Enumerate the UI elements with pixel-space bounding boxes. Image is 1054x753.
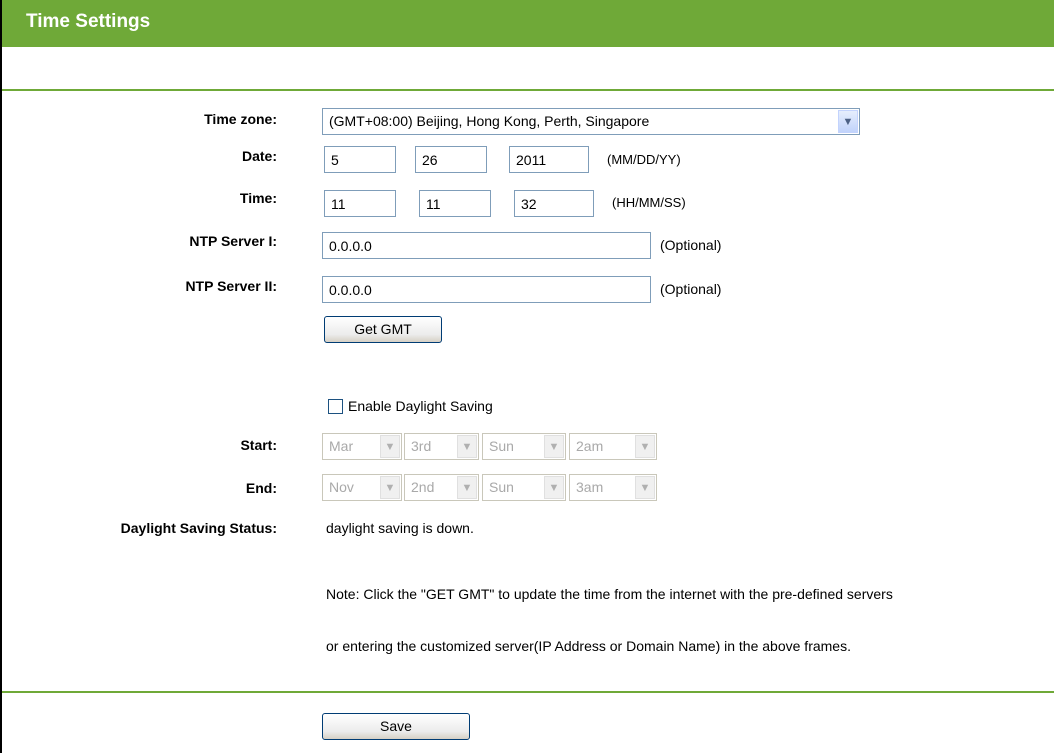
start-day-value: Sun: [489, 438, 514, 454]
date-month-input[interactable]: [324, 146, 396, 173]
time-hour-input[interactable]: [324, 190, 396, 217]
ntp-server-1-input[interactable]: [322, 232, 651, 259]
chevron-down-icon[interactable]: ▼: [544, 476, 564, 499]
chevron-down-icon[interactable]: ▼: [635, 435, 655, 458]
ntp-server-2-input[interactable]: [322, 276, 651, 303]
date-day-input[interactable]: [415, 146, 487, 173]
time-minute-input[interactable]: [419, 190, 491, 217]
time-zone-select[interactable]: (GMT+08:00) Beijing, Hong Kong, Perth, S…: [322, 108, 860, 135]
end-month-select[interactable]: Nov ▼: [322, 474, 402, 501]
daylight-saving-label: Enable Daylight Saving: [348, 398, 493, 414]
end-label: End:: [245, 480, 277, 496]
chevron-down-icon[interactable]: ▼: [635, 476, 655, 499]
title-bar: Time Settings: [2, 0, 1054, 47]
start-day-select[interactable]: Sun ▼: [482, 433, 566, 460]
chevron-down-icon[interactable]: ▼: [838, 110, 858, 133]
start-label: Start:: [240, 437, 277, 453]
start-week-value: 3rd: [411, 438, 432, 454]
ntp-server-1-label: NTP Server I:: [189, 233, 277, 249]
chevron-down-icon[interactable]: ▼: [380, 435, 400, 458]
chevron-down-icon[interactable]: ▼: [544, 435, 564, 458]
end-day-select[interactable]: Sun ▼: [482, 474, 566, 501]
end-month-value: Nov: [329, 479, 354, 495]
daylight-status-value: daylight saving is down.: [326, 520, 474, 536]
date-label: Date:: [241, 148, 277, 164]
note-line-2: or entering the customized server(IP Add…: [326, 638, 851, 654]
page-title: Time Settings: [26, 11, 151, 32]
start-week-select[interactable]: 3rd ▼: [404, 433, 479, 460]
ntp-server-1-hint: (Optional): [660, 237, 722, 253]
chevron-down-icon[interactable]: ▼: [457, 435, 477, 458]
time-zone-label: Time zone:: [204, 111, 277, 127]
start-hour-value: 2am: [576, 438, 604, 454]
date-year-input[interactable]: [509, 146, 589, 173]
ntp-server-2-hint: (Optional): [660, 281, 722, 297]
end-hour-select[interactable]: 3am ▼: [569, 474, 657, 501]
ntp-server-2-label: NTP Server II:: [185, 278, 277, 294]
daylight-saving-checkbox[interactable]: [328, 399, 343, 414]
bottom-divider: [2, 691, 1054, 693]
note-line-1: Note: Click the "GET GMT" to update the …: [326, 586, 893, 602]
start-hour-select[interactable]: 2am ▼: [569, 433, 657, 460]
end-day-value: Sun: [489, 479, 514, 495]
top-divider: [2, 89, 1054, 91]
chevron-down-icon[interactable]: ▼: [457, 476, 477, 499]
save-button[interactable]: Save: [322, 713, 470, 740]
end-hour-value: 3am: [576, 479, 604, 495]
time-zone-value: (GMT+08:00) Beijing, Hong Kong, Perth, S…: [329, 113, 650, 129]
time-second-input[interactable]: [514, 190, 594, 217]
time-label: Time:: [239, 190, 277, 206]
end-week-select[interactable]: 2nd ▼: [404, 474, 479, 501]
chevron-down-icon[interactable]: ▼: [380, 476, 400, 499]
end-week-value: 2nd: [411, 479, 435, 495]
date-format-hint: (MM/DD/YY): [607, 152, 681, 167]
daylight-status-label: Daylight Saving Status:: [120, 520, 277, 536]
start-month-select[interactable]: Mar ▼: [322, 433, 402, 460]
start-month-value: Mar: [329, 438, 354, 454]
get-gmt-button[interactable]: Get GMT: [324, 316, 442, 343]
time-format-hint: (HH/MM/SS): [612, 195, 686, 210]
